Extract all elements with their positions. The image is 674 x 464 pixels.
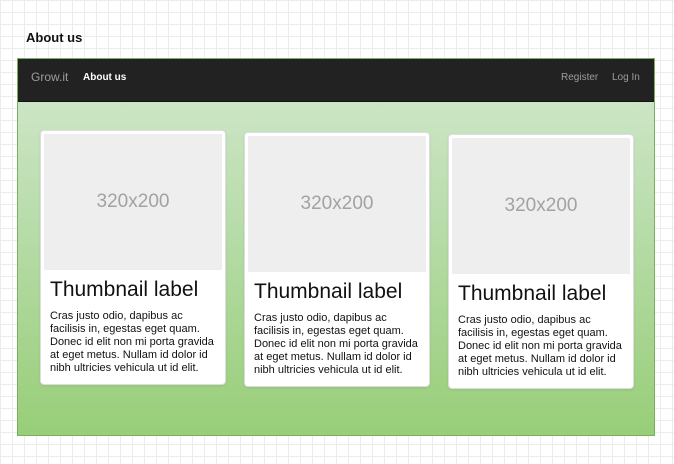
thumbnail-label: Thumbnail label bbox=[50, 278, 199, 301]
thumbnail-image-placeholder: 320x200 bbox=[248, 136, 426, 272]
navbar: Grow.it About us Register Log In bbox=[18, 59, 654, 102]
page-title: About us bbox=[26, 30, 83, 45]
thumbnail-card: 320x200 Thumbnail label Cras justo odio,… bbox=[40, 130, 226, 385]
thumbnail-text: Cras justo odio, dapibus ac facilisis in… bbox=[50, 310, 214, 374]
thumbnail-image-placeholder: 320x200 bbox=[452, 138, 630, 274]
thumbnail-caption: Thumbnail label Cras justo odio, dapibus… bbox=[452, 274, 630, 385]
thumbnail-caption: Thumbnail label Cras justo odio, dapibus… bbox=[44, 270, 222, 381]
thumbnail-label: Thumbnail label bbox=[458, 282, 607, 305]
register-link[interactable]: Register bbox=[561, 71, 598, 84]
thumbnail-label: Thumbnail label bbox=[254, 280, 403, 303]
nav-item-about-us[interactable]: About us bbox=[83, 71, 126, 84]
thumbnail-image-placeholder: 320x200 bbox=[44, 134, 222, 270]
site-preview-frame: Grow.it About us Register Log In 320x200… bbox=[17, 58, 655, 436]
login-link[interactable]: Log In bbox=[612, 71, 640, 84]
thumbnail-card: 320x200 Thumbnail label Cras justo odio,… bbox=[244, 132, 430, 387]
thumbnail-text: Cras justo odio, dapibus ac facilisis in… bbox=[458, 314, 622, 378]
brand-link[interactable]: Grow.it bbox=[31, 70, 68, 84]
thumbnail-caption: Thumbnail label Cras justo odio, dapibus… bbox=[248, 272, 426, 383]
thumbnail-text: Cras justo odio, dapibus ac facilisis in… bbox=[254, 312, 418, 376]
thumbnail-card: 320x200 Thumbnail label Cras justo odio,… bbox=[448, 134, 634, 389]
